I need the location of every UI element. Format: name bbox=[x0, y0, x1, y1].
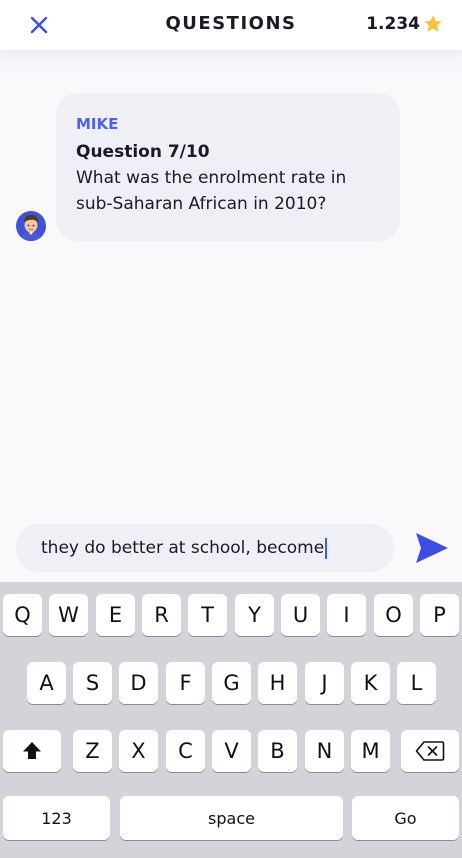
text-caret bbox=[325, 537, 328, 559]
key-s[interactable]: S bbox=[73, 662, 112, 704]
key-f[interactable]: F bbox=[166, 662, 205, 704]
star-icon bbox=[424, 15, 442, 32]
backspace-icon bbox=[415, 741, 445, 761]
chat-screen: QUESTIONS 1.234 MIKE Question 7/10 What … bbox=[0, 0, 462, 858]
question-text-line-1: What was the enrolment rate in bbox=[76, 168, 347, 188]
key-d[interactable]: D bbox=[119, 662, 158, 704]
key-z[interactable]: Z bbox=[73, 730, 112, 772]
send-button[interactable] bbox=[414, 530, 450, 566]
key-j[interactable]: J bbox=[305, 662, 344, 704]
message-input[interactable]: they do better at school, become bbox=[16, 524, 394, 572]
avatar bbox=[15, 210, 47, 242]
on-screen-keyboard: Q W E R T Y U I O P A S D F G H J K L Z … bbox=[0, 582, 462, 858]
key-w[interactable]: W bbox=[49, 594, 88, 636]
sender-name: MIKE bbox=[76, 115, 119, 133]
key-b[interactable]: B bbox=[258, 730, 297, 772]
key-i[interactable]: I bbox=[327, 594, 366, 636]
key-e[interactable]: E bbox=[96, 594, 135, 636]
key-c[interactable]: C bbox=[166, 730, 205, 772]
key-q[interactable]: Q bbox=[3, 594, 42, 636]
numbers-key[interactable]: 123 bbox=[3, 796, 110, 840]
key-n[interactable]: N bbox=[305, 730, 344, 772]
question-text-line-2: sub-Saharan African in 2010? bbox=[76, 194, 327, 214]
go-key[interactable]: Go bbox=[352, 796, 459, 840]
message-input-text: they do better at school, become bbox=[41, 538, 325, 558]
score-value: 1.234 bbox=[366, 14, 420, 34]
key-y[interactable]: Y bbox=[235, 594, 274, 636]
score-display: 1.234 bbox=[366, 12, 444, 36]
avatar-icon bbox=[16, 211, 46, 241]
shift-key[interactable] bbox=[3, 730, 61, 772]
key-t[interactable]: T bbox=[188, 594, 227, 636]
key-r[interactable]: R bbox=[142, 594, 181, 636]
key-k[interactable]: K bbox=[351, 662, 390, 704]
message-bubble: MIKE Question 7/10 What was the enrolmen… bbox=[56, 93, 400, 241]
message-list: MIKE Question 7/10 What was the enrolmen… bbox=[0, 50, 462, 520]
question-number: Question 7/10 bbox=[76, 142, 210, 162]
key-a[interactable]: A bbox=[27, 662, 66, 704]
key-p[interactable]: P bbox=[420, 594, 459, 636]
key-m[interactable]: M bbox=[351, 730, 390, 772]
backspace-key[interactable] bbox=[401, 730, 459, 772]
shift-icon bbox=[23, 742, 41, 759]
key-l[interactable]: L bbox=[397, 662, 436, 704]
key-u[interactable]: U bbox=[281, 594, 320, 636]
key-h[interactable]: H bbox=[258, 662, 297, 704]
key-o[interactable]: O bbox=[374, 594, 413, 636]
key-g[interactable]: G bbox=[212, 662, 251, 704]
header-bar: QUESTIONS 1.234 bbox=[0, 0, 462, 50]
compose-bar: they do better at school, become bbox=[0, 520, 462, 582]
key-x[interactable]: X bbox=[119, 730, 158, 772]
key-v[interactable]: V bbox=[212, 730, 251, 772]
send-icon bbox=[416, 533, 448, 563]
space-key[interactable]: space bbox=[120, 796, 343, 840]
